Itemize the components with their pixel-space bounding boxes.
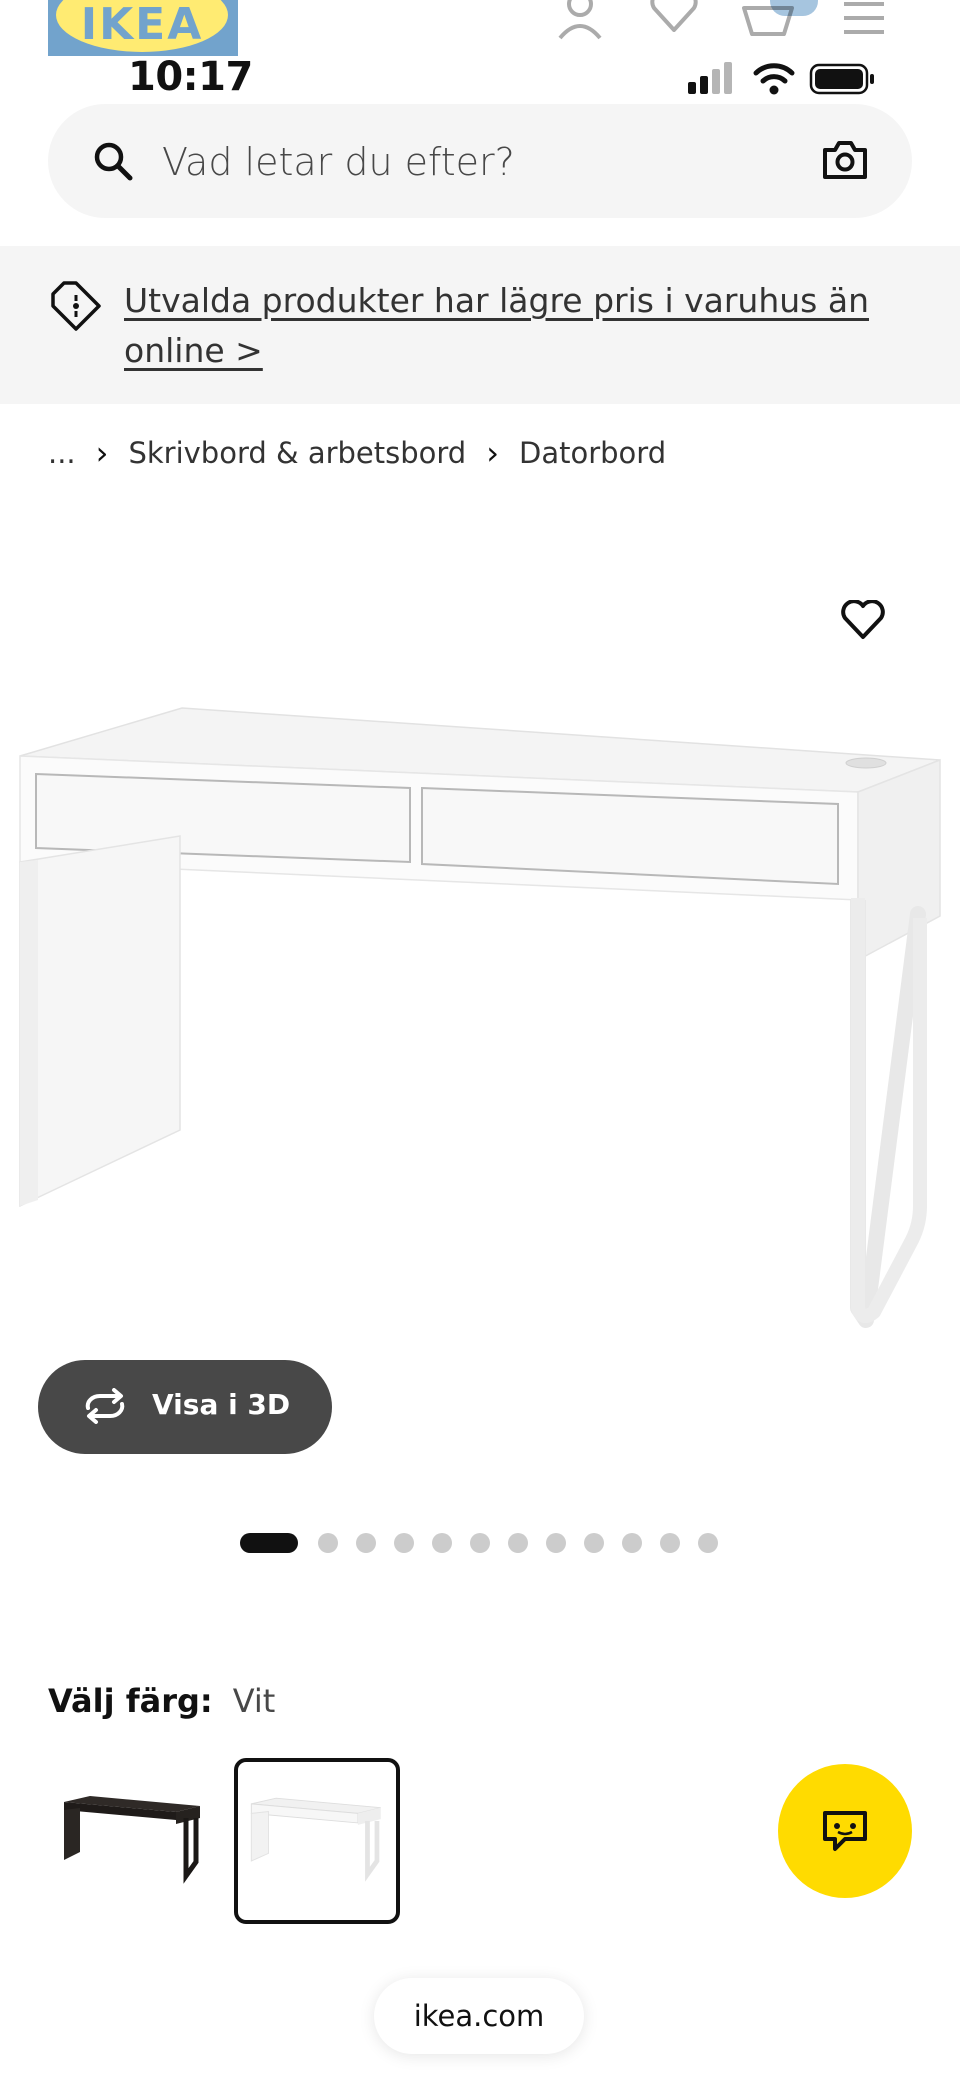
- carousel-dot[interactable]: [508, 1533, 528, 1553]
- chevron-right-icon: ›: [95, 434, 109, 472]
- carousel-dot[interactable]: [698, 1533, 718, 1553]
- carousel-dot[interactable]: [318, 1533, 338, 1553]
- signal-icon: [688, 62, 732, 94]
- view-3d-label: Visa i 3D: [152, 1388, 291, 1421]
- image-carousel-indicator[interactable]: [240, 1532, 736, 1554]
- breadcrumb-item-desks[interactable]: Skrivbord & arbetsbord: [128, 436, 466, 470]
- browser-url-bar[interactable]: ikea.com: [374, 1978, 584, 2054]
- view-3d-button[interactable]: Visa i 3D: [38, 1360, 332, 1454]
- url-text: ikea.com: [413, 1999, 545, 2033]
- breadcrumb: ... › Skrivbord & arbetsbord › Datorbord: [48, 434, 666, 472]
- search-bar[interactable]: Vad letar du efter?: [48, 104, 912, 218]
- store-price-link[interactable]: Utvalda produkter har lägre pris i varuh…: [124, 276, 904, 376]
- carousel-dot[interactable]: [432, 1533, 452, 1553]
- carousel-dot[interactable]: [622, 1533, 642, 1553]
- search-input[interactable]: Vad letar du efter?: [162, 140, 515, 184]
- rotate-3d-icon: [85, 1388, 125, 1424]
- status-icons: [688, 62, 874, 95]
- price-tag-icon: [51, 281, 101, 331]
- store-price-banner[interactable]: Utvalda produkter har lägre pris i varuh…: [0, 246, 960, 404]
- breadcrumb-item-computer-desks[interactable]: Datorbord: [519, 436, 666, 470]
- chevron-right-icon: ›: [486, 434, 500, 472]
- user-icon[interactable]: [552, 0, 608, 40]
- product-image[interactable]: [0, 500, 960, 1400]
- carousel-dot-active[interactable]: [240, 1533, 298, 1553]
- battery-icon: [809, 63, 874, 95]
- cart-icon[interactable]: [740, 0, 796, 40]
- carousel-dot[interactable]: [470, 1533, 490, 1553]
- ikea-logo[interactable]: IKEA: [48, 0, 238, 56]
- status-time: 10:17: [128, 54, 253, 100]
- favorite-heart-icon[interactable]: [840, 600, 886, 640]
- carousel-dot[interactable]: [546, 1533, 566, 1553]
- site-header: IKEA: [0, 0, 960, 60]
- heart-icon[interactable]: [648, 0, 700, 40]
- carousel-dot[interactable]: [660, 1533, 680, 1553]
- selected-color-value: Vit: [232, 1682, 276, 1720]
- menu-icon[interactable]: [842, 0, 886, 36]
- camera-icon[interactable]: [822, 140, 868, 180]
- breadcrumb-ellipsis[interactable]: ...: [48, 436, 76, 470]
- color-label: Välj färg:: [48, 1682, 213, 1720]
- carousel-dot[interactable]: [584, 1533, 604, 1553]
- logo-text: IKEA: [80, 0, 204, 50]
- wifi-icon: [753, 63, 795, 95]
- color-selector-heading: Välj färg: Vit: [48, 1682, 275, 1720]
- color-option-black-brown[interactable]: [50, 1758, 216, 1924]
- color-option-white[interactable]: [234, 1758, 400, 1924]
- chat-button[interactable]: [778, 1764, 912, 1898]
- search-icon[interactable]: [92, 140, 134, 182]
- chat-bubble-icon: [823, 1811, 867, 1851]
- carousel-dot[interactable]: [394, 1533, 414, 1553]
- carousel-dot[interactable]: [356, 1533, 376, 1553]
